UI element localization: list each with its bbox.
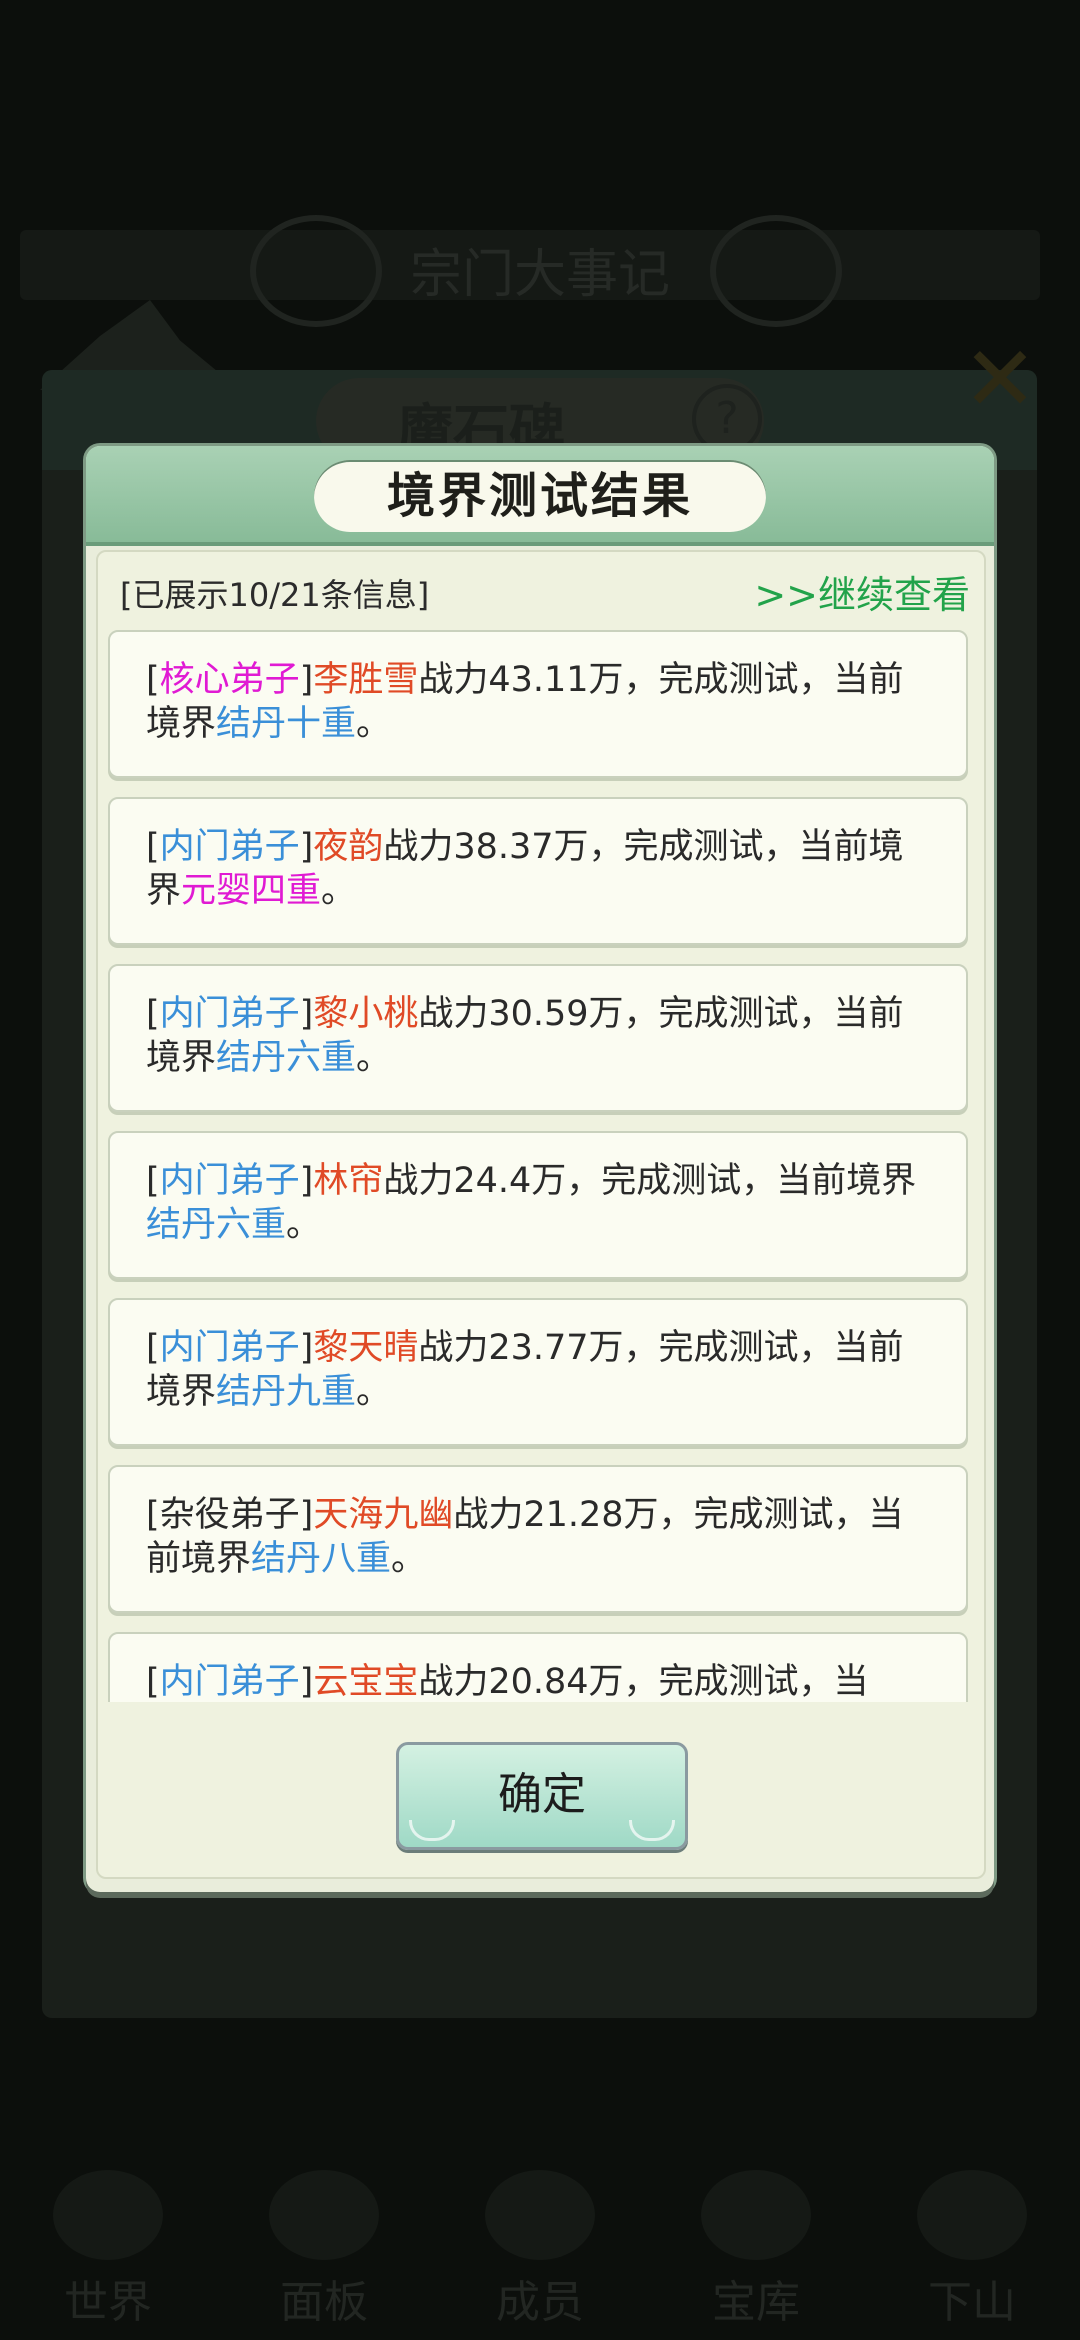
power-text: 战力24.4万，完成测试，当前境界 — [383, 1161, 917, 1201]
bracket-open: [ — [146, 1662, 160, 1702]
bracket-close: ] — [299, 994, 314, 1034]
disciple-rank: 杂役弟子 — [159, 1495, 300, 1535]
power-text: 战力20.84万，完成测试，当 — [418, 1662, 869, 1702]
realm-test-result-dialog: 境界测试结果 [已展示10/21条信息] >>继续查看 [核心弟子]李胜雪战力4… — [86, 446, 994, 1892]
record-card: [内门弟子]云宝宝战力20.84万，完成测试，当 — [108, 1632, 968, 1702]
nav-item-descend[interactable]: 下山 — [887, 2170, 1057, 2340]
record-card: [内门弟子]黎天晴战力23.77万，完成测试，当前境界结丹九重。 — [108, 1298, 968, 1446]
bottom-nav: 世界 面板 成员 宝库 下山 — [0, 2140, 1080, 2340]
disciple-name: 林帘 — [313, 1161, 384, 1201]
realm-value: 结丹六重 — [216, 1038, 357, 1078]
info-row: [已展示10/21条信息] >>继续查看 — [120, 564, 970, 618]
nav-item-panel[interactable]: 面板 — [239, 2170, 409, 2340]
bracket-close: ] — [299, 1495, 314, 1535]
treasury-icon — [701, 2170, 811, 2260]
members-icon — [485, 2170, 595, 2260]
bracket-open: [ — [146, 1161, 160, 1201]
realm-value: 结丹八重 — [251, 1539, 392, 1579]
nav-item-world[interactable]: 世界 — [23, 2170, 193, 2340]
close-icon[interactable]: ✕ — [955, 335, 1045, 425]
help-icon[interactable]: ? — [692, 384, 762, 454]
record-card: [内门弟子]夜韵战力38.37万，完成测试，当前境界元婴四重。 — [108, 797, 968, 945]
bracket-open: [ — [146, 994, 160, 1034]
disciple-name: 天海九幽 — [313, 1495, 454, 1535]
confirm-button[interactable]: 确定 — [396, 1742, 688, 1850]
bracket-close: ] — [299, 1662, 314, 1702]
bracket-open: [ — [146, 827, 160, 867]
nav-label: 下山 — [928, 2277, 1016, 2328]
bracket-open: [ — [146, 1328, 160, 1368]
realm-value: 结丹九重 — [216, 1372, 357, 1412]
cloud-decoration-icon — [629, 1820, 675, 1841]
period: 。 — [356, 1372, 392, 1412]
disciple-name: 夜韵 — [313, 827, 384, 867]
panel-icon — [269, 2170, 379, 2260]
disciple-name: 黎小桃 — [313, 994, 419, 1034]
record-card: [核心弟子]李胜雪战力43.11万，完成测试，当前境界结丹十重。 — [108, 630, 968, 778]
record-list[interactable]: [核心弟子]李胜雪战力43.11万，完成测试，当前境界结丹十重。 [内门弟子]夜韵… — [108, 630, 974, 1702]
disciple-rank: 内门弟子 — [159, 1161, 300, 1201]
nav-label: 面板 — [280, 2277, 368, 2328]
dialog-header: 境界测试结果 — [86, 446, 994, 546]
period: 。 — [356, 704, 392, 744]
bracket-open: [ — [146, 1495, 160, 1535]
record-card: [内门弟子]林帘战力24.4万，完成测试，当前境界结丹六重。 — [108, 1131, 968, 1279]
continue-view-link[interactable]: >>继续查看 — [754, 564, 970, 619]
nav-item-members[interactable]: 成员 — [455, 2170, 625, 2340]
period: 。 — [356, 1038, 392, 1078]
record-card: [杂役弟子]天海九幽战力21.28万，完成测试，当前境界结丹八重。 — [108, 1465, 968, 1613]
world-icon — [53, 2170, 163, 2260]
period: 。 — [286, 1205, 322, 1245]
disciple-name: 李胜雪 — [313, 660, 419, 700]
bracket-close: ] — [299, 1328, 314, 1368]
record-card: [内门弟子]黎小桃战力30.59万，完成测试，当前境界结丹六重。 — [108, 964, 968, 1112]
bracket-close: ] — [299, 827, 314, 867]
realm-value: 结丹十重 — [216, 704, 357, 744]
realm-value: 元婴四重 — [181, 871, 322, 911]
disciple-name: 云宝宝 — [313, 1662, 419, 1702]
disciple-rank: 核心弟子 — [159, 660, 300, 700]
bracket-open: [ — [146, 660, 160, 700]
nav-label: 成员 — [496, 2277, 584, 2328]
info-count: [已展示10/21条信息] — [120, 576, 430, 614]
bracket-close: ] — [299, 660, 314, 700]
bracket-close: ] — [299, 1161, 314, 1201]
cloud-decoration-icon — [409, 1820, 455, 1841]
nav-item-treasury[interactable]: 宝库 — [671, 2170, 841, 2340]
confirm-label: 确定 — [498, 1769, 586, 1820]
nav-label: 世界 — [64, 2277, 152, 2328]
dialog-title: 境界测试结果 — [314, 460, 766, 532]
disciple-rank: 内门弟子 — [159, 1662, 300, 1702]
descend-icon — [917, 2170, 1027, 2260]
disciple-rank: 内门弟子 — [159, 1328, 300, 1368]
background-page-title: 宗门大事记 — [409, 245, 670, 305]
period: 。 — [321, 871, 357, 911]
disciple-rank: 内门弟子 — [159, 994, 300, 1034]
period: 。 — [391, 1539, 427, 1579]
disciple-name: 黎天晴 — [313, 1328, 419, 1368]
nav-label: 宝库 — [712, 2277, 800, 2328]
realm-value: 结丹六重 — [146, 1205, 287, 1245]
disciple-rank: 内门弟子 — [159, 827, 300, 867]
